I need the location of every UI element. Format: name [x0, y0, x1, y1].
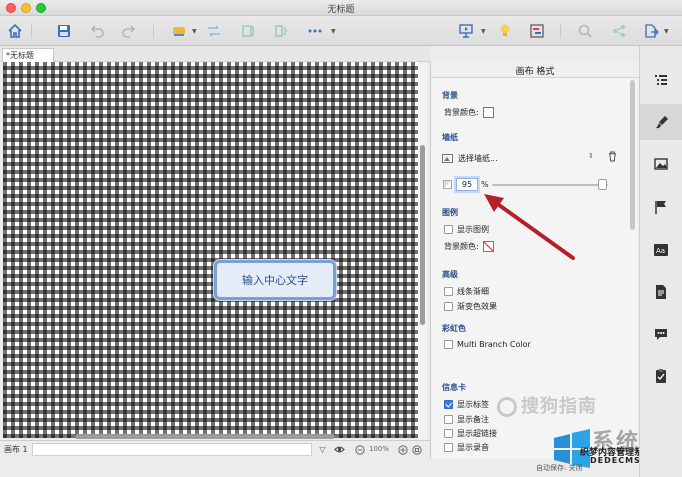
home-icon[interactable] [6, 22, 24, 40]
show-notes-row[interactable]: 显示备注 [444, 414, 489, 425]
sogou-watermark: 搜狗指南 [497, 392, 597, 418]
multi-branch-row[interactable]: Multi Branch Color [444, 340, 531, 349]
comment-icon[interactable] [651, 324, 671, 344]
app-window: 无标题 ▼ ▼ ▼ ▼ *无标题 输入中心文字 画布 1 ▽ 100% 画布 格… [0, 0, 682, 477]
zoom-in-icon[interactable] [397, 444, 408, 455]
summary-icon[interactable] [240, 22, 258, 40]
section-background: 背景 [442, 91, 458, 100]
undo-icon[interactable] [88, 22, 106, 40]
panel-scrollbar[interactable] [630, 80, 635, 230]
flag-icon[interactable] [651, 197, 671, 217]
gradient-label: 渐变色效果 [457, 302, 497, 311]
multi-branch-checkbox[interactable] [444, 340, 453, 349]
fit-screen-icon[interactable] [411, 444, 422, 455]
legend-color-label: 背景颜色: [444, 242, 479, 251]
sogou-watermark-text: 搜狗指南 [521, 396, 597, 417]
format-brush-icon[interactable] [640, 104, 682, 140]
wallpaper-select[interactable]: 选择墙纸... ⇕ [442, 150, 622, 167]
gradient-checkbox[interactable] [444, 302, 453, 311]
section-info-card: 信息卡 [442, 383, 466, 392]
section-wallpaper: 墙纸 [442, 133, 458, 142]
show-notes-checkbox[interactable] [444, 415, 453, 424]
status-bar: 画布 1 ▽ 100% [0, 440, 430, 458]
background-color-swatch[interactable] [482, 107, 494, 118]
right-inspector-strip: Aa [639, 46, 682, 477]
image-icon[interactable] [651, 154, 671, 174]
image-icon [442, 154, 453, 163]
show-labels-checkbox[interactable] [444, 400, 453, 409]
relationship-icon[interactable] [205, 22, 223, 40]
opacity-icon [443, 180, 452, 189]
autosave-status: 自动保存: 关闭 [536, 464, 583, 472]
chevron-down-icon[interactable]: ▼ [331, 28, 336, 35]
mindmap-canvas[interactable] [3, 62, 418, 438]
chevron-down-icon[interactable]: ▼ [481, 28, 486, 35]
show-labels-label: 显示标签 [457, 400, 489, 409]
section-legend: 图例 [442, 208, 458, 217]
save-icon[interactable] [55, 22, 73, 40]
zoom-level: 100% [369, 445, 390, 453]
taper-lines-checkbox[interactable] [444, 287, 453, 296]
toolbar-separator [31, 24, 32, 38]
eye-icon[interactable] [334, 444, 345, 455]
svg-text:Aa: Aa [656, 247, 665, 255]
chevron-down-icon[interactable]: ▼ [664, 28, 669, 35]
presentation-icon[interactable] [457, 22, 475, 40]
toolbar-separator [560, 24, 561, 38]
share-icon[interactable] [610, 22, 628, 40]
notes-icon[interactable] [651, 282, 671, 302]
gradient-row[interactable]: 渐变色效果 [444, 301, 497, 312]
text-style-icon[interactable]: Aa [651, 240, 671, 260]
show-hyperlinks-checkbox[interactable] [444, 429, 453, 438]
search-icon[interactable] [576, 22, 594, 40]
toolbar: ▼ ▼ ▼ ▼ [0, 16, 682, 46]
boundary-icon[interactable] [272, 22, 290, 40]
trash-icon[interactable] [608, 151, 617, 164]
show-hyperlinks-row[interactable]: 显示超链接 [444, 428, 497, 439]
document-tab[interactable]: *无标题 [2, 48, 54, 62]
task-icon[interactable] [651, 366, 671, 386]
window-title: 无标题 [327, 5, 355, 15]
central-topic[interactable]: 输入中心文字 [214, 260, 336, 300]
sogou-logo-icon [497, 397, 517, 417]
title-bar: 无标题 [0, 0, 682, 16]
show-audio-row[interactable]: 显示录音 [444, 442, 489, 453]
taper-lines-row[interactable]: 线条渐细 [444, 286, 489, 297]
filter-icon[interactable]: ▽ [317, 444, 328, 455]
chevron-down-icon[interactable]: ▼ [192, 28, 197, 35]
show-legend-checkbox[interactable] [444, 225, 453, 234]
stepper-icon[interactable]: ⇕ [588, 152, 594, 160]
vertical-scroll-thumb[interactable] [420, 145, 425, 325]
section-rainbow: 彩虹色 [442, 324, 466, 333]
taper-lines-label: 线条渐细 [457, 287, 489, 296]
opacity-slider-knob[interactable] [598, 179, 608, 190]
export-icon[interactable] [642, 22, 660, 40]
wallpaper-select-label: 选择墙纸... [458, 154, 498, 163]
show-audio-checkbox[interactable] [444, 443, 453, 452]
toolbar-separator [153, 24, 154, 38]
gantt-icon[interactable] [528, 22, 546, 40]
section-advanced: 高级 [442, 270, 458, 279]
show-audio-label: 显示录音 [457, 443, 489, 452]
idea-bulb-icon[interactable] [496, 22, 514, 40]
show-labels-row[interactable]: 显示标签 [444, 399, 489, 410]
annotation-arrow [484, 194, 575, 260]
panel-title: 画布 格式 [431, 62, 639, 78]
redo-icon[interactable] [120, 22, 138, 40]
show-notes-label: 显示备注 [457, 415, 489, 424]
topic-style-icon[interactable] [170, 22, 188, 40]
more-icon[interactable] [306, 22, 324, 40]
horizontal-scroll-thumb[interactable] [75, 434, 335, 439]
background-color-row: 背景颜色: [444, 107, 494, 118]
outline-icon[interactable] [651, 70, 671, 90]
show-hyperlinks-label: 显示超链接 [457, 429, 497, 438]
document-tab-bar: *无标题 [0, 46, 430, 62]
opacity-input[interactable]: 95 [456, 178, 478, 191]
multi-branch-label: Multi Branch Color [457, 340, 531, 349]
sheet-tab[interactable]: 画布 1 [4, 444, 28, 455]
zoom-out-icon[interactable] [354, 444, 365, 455]
sheet-tab-area [32, 443, 312, 456]
background-color-label: 背景颜色: [444, 108, 479, 117]
